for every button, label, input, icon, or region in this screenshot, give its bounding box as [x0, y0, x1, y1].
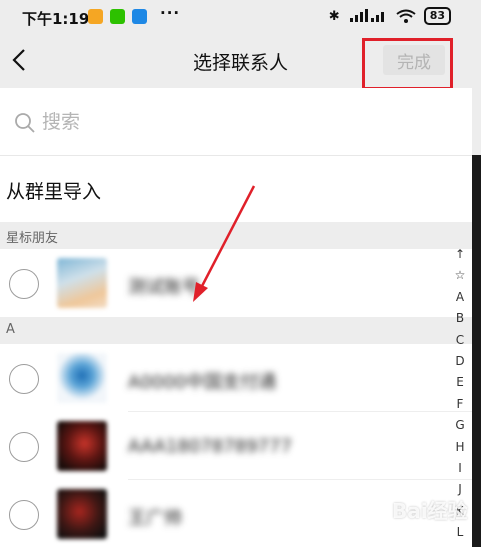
- search-input[interactable]: [42, 108, 342, 136]
- status-bar: 下午1:19 ··· ✱ 83: [0, 0, 481, 34]
- more-notifications-icon: ···: [160, 4, 181, 22]
- contact-row[interactable]: A0000中国支付通: [0, 344, 472, 412]
- avatar: [57, 421, 107, 471]
- watermark: Bai经验: [392, 499, 468, 523]
- search-bar[interactable]: [0, 88, 472, 156]
- avatar: [57, 489, 107, 539]
- import-from-group-label: 从群里导入: [6, 181, 102, 203]
- status-time: 下午1:19: [22, 10, 90, 28]
- index-letter[interactable]: L: [448, 522, 472, 543]
- wechat-notification-icon: [110, 9, 125, 24]
- contact-list-panel: 从群里导入 星标朋友 测试账号 A A0000中国支付通 AAA18078789…: [0, 88, 472, 547]
- index-letter[interactable]: I: [448, 458, 472, 479]
- index-letter[interactable]: A: [448, 287, 472, 308]
- index-letter[interactable]: B: [448, 308, 472, 329]
- status-indicators: ✱ 83: [329, 7, 451, 25]
- index-letter[interactable]: G: [448, 415, 472, 436]
- search-icon: [15, 113, 35, 133]
- index-letter[interactable]: ☆: [448, 265, 472, 286]
- contact-row[interactable]: 测试账号: [0, 249, 472, 317]
- avatar: [57, 353, 107, 403]
- select-radio[interactable]: [9, 364, 39, 394]
- contact-name: 测试账号: [128, 277, 200, 298]
- avatar: [57, 258, 107, 308]
- signal-icon: [349, 9, 384, 22]
- contact-name: A0000中国支付通: [128, 372, 277, 393]
- select-radio[interactable]: [9, 269, 39, 299]
- index-letter[interactable]: H: [448, 437, 472, 458]
- section-header-starred: 星标朋友: [0, 222, 472, 249]
- section-title: A: [6, 322, 15, 337]
- bluetooth-icon: ✱: [328, 8, 340, 24]
- index-letter[interactable]: F: [448, 394, 472, 415]
- index-letter[interactable]: E: [448, 372, 472, 393]
- select-radio[interactable]: [9, 500, 39, 530]
- index-letter[interactable]: D: [448, 351, 472, 372]
- app-notification-icon: [132, 9, 147, 24]
- scrollbar[interactable]: [472, 155, 481, 547]
- contact-row[interactable]: AAA18078789777: [0, 412, 472, 480]
- section-header-a: A: [0, 317, 472, 344]
- done-button[interactable]: 完成: [383, 45, 445, 75]
- nav-bar: 选择联系人 完成: [0, 34, 481, 88]
- index-letter[interactable]: C: [448, 330, 472, 351]
- select-radio[interactable]: [9, 432, 39, 462]
- contact-name: AAA18078789777: [128, 436, 292, 457]
- index-letter[interactable]: ↑: [448, 244, 472, 265]
- battery-icon: 83: [423, 7, 451, 25]
- wifi-icon: [396, 9, 416, 23]
- app-notification-icon: [88, 9, 103, 24]
- import-from-group-item[interactable]: 从群里导入: [0, 156, 472, 222]
- section-title: 星标朋友: [6, 231, 59, 246]
- contact-name: 王广帅: [128, 508, 182, 529]
